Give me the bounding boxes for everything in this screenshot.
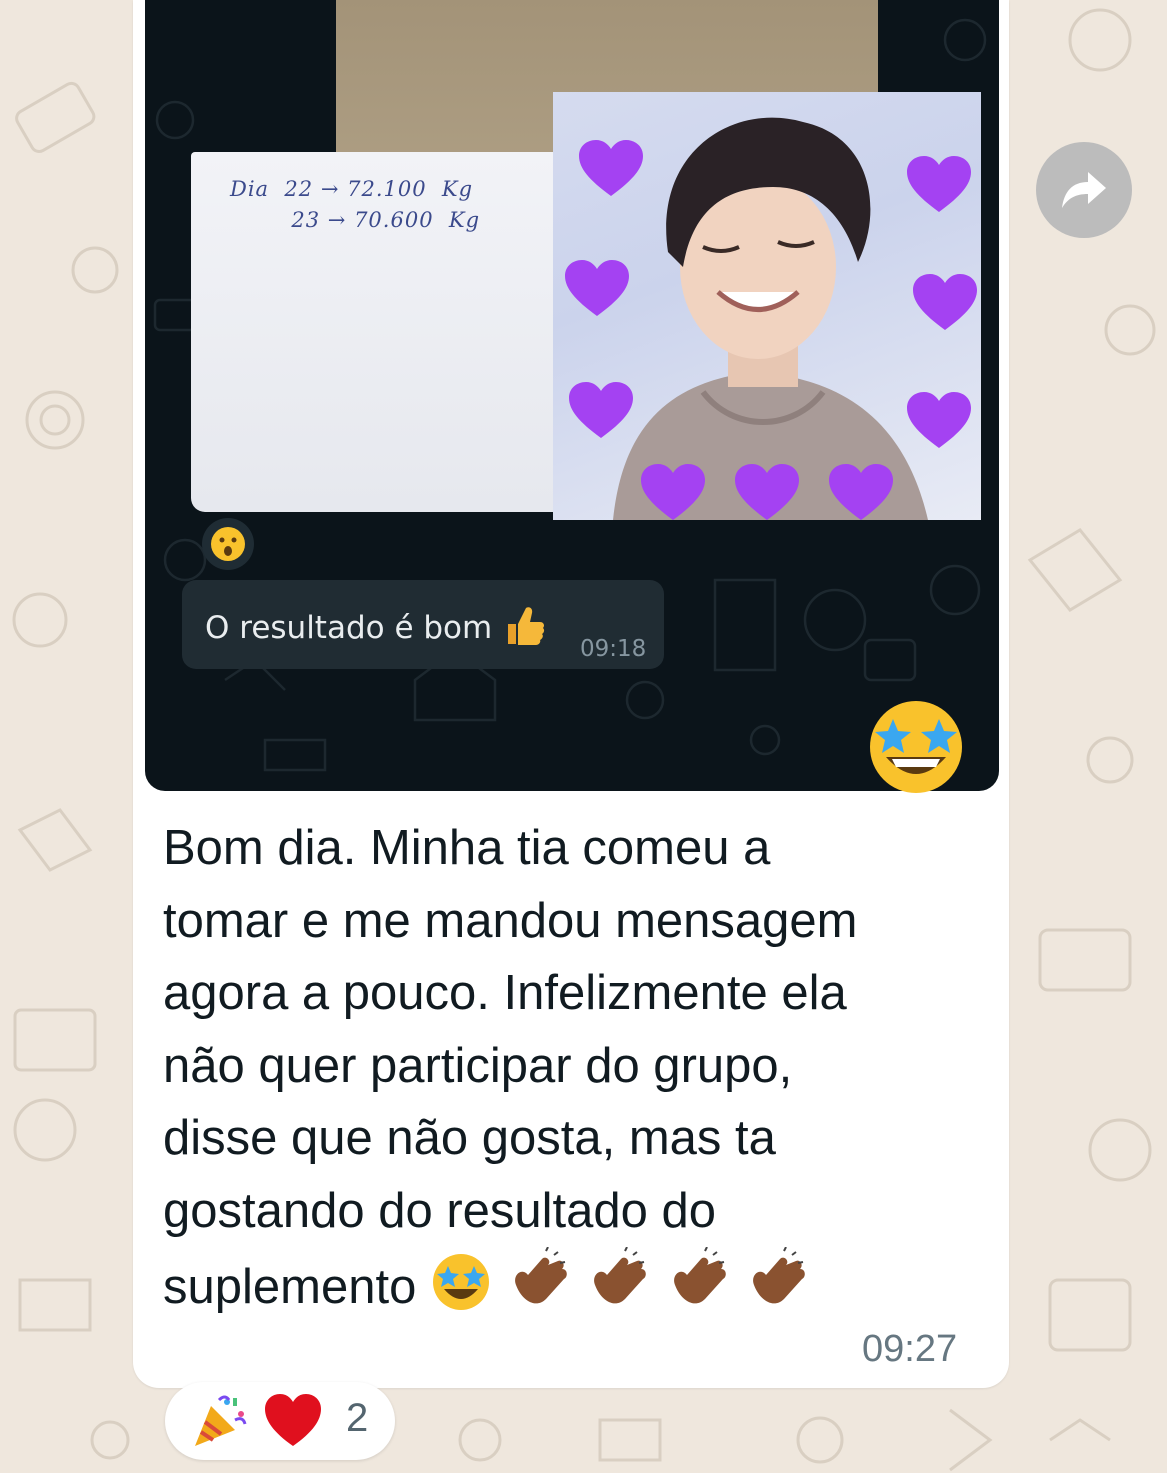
inner-message-time: 09:18 [580, 636, 647, 662]
heart-icon [907, 392, 971, 448]
reaction-count: 2 [346, 1396, 369, 1440]
clapping-hands-icon [514, 1247, 567, 1304]
thumbs-up-icon [508, 607, 545, 645]
heart-icon [565, 260, 629, 316]
note-line-1: Dia 22 → 72.100 Kg [230, 177, 474, 201]
note-line-2: 23 → 70.600 Kg [230, 208, 481, 232]
message-text: Bom dia. Minha tia comeu a tomar e me ma… [163, 812, 993, 1324]
hushed-face-icon [211, 527, 245, 561]
heart-icon [569, 382, 633, 438]
hushed-face-reaction [202, 518, 254, 570]
heart-icon [913, 274, 977, 330]
message-line: Bom dia. Minha tia comeu a [163, 821, 771, 875]
message-line-last: suplemento [163, 1247, 993, 1324]
inner-message-text: O resultado é bom [205, 602, 548, 648]
star-struck-icon [870, 701, 962, 793]
party-popper-icon [195, 1395, 247, 1446]
hearts-overlay [565, 140, 977, 520]
heart-icon [641, 464, 705, 520]
message-line: não quer participar do grupo, [163, 1038, 793, 1093]
heart-icon [829, 464, 893, 520]
message-line: gostando do resultado do [163, 1183, 717, 1238]
star-struck-icon [432, 1254, 489, 1310]
forward-arrow-icon [1062, 172, 1106, 208]
clapping-hands-icon [594, 1247, 646, 1304]
message-line: agora a pouco. Infelizmente ela [163, 966, 847, 1020]
heart-icon [579, 140, 643, 196]
clapping-hands-icon [753, 1247, 806, 1304]
message-line: tomar e me mandou mensagem [163, 893, 858, 948]
clapping-hands-icon [673, 1247, 726, 1304]
message-time: 09:27 [862, 1328, 958, 1370]
message-line: disse que não gosta, mas ta [163, 1111, 776, 1165]
red-heart-icon [265, 1394, 321, 1446]
heart-icon [907, 156, 971, 212]
heart-icon [735, 464, 799, 520]
forward-button[interactable] [1036, 142, 1132, 238]
